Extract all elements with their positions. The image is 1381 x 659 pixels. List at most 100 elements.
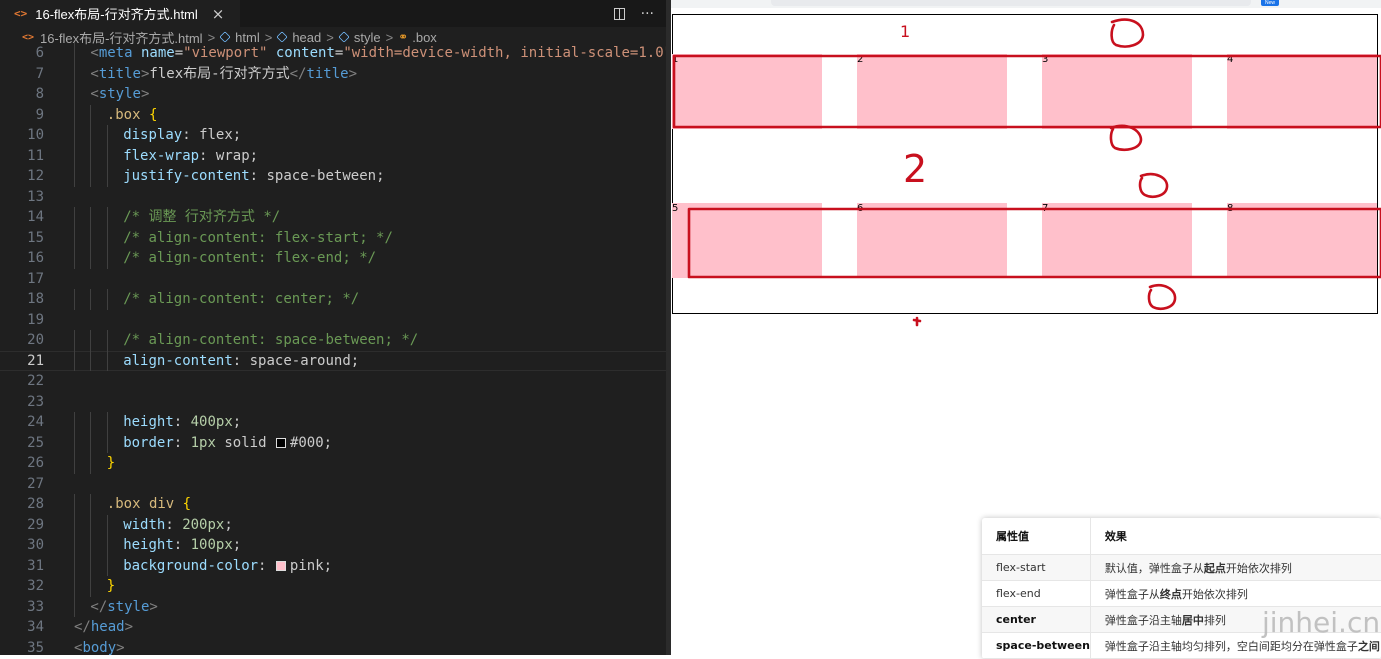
code-line[interactable]: 33 </style> bbox=[0, 596, 666, 617]
effect-text: 排列 bbox=[1203, 613, 1226, 627]
code-token: : bbox=[173, 414, 191, 430]
flex-box: 1 2 3 4 5 6 7 8 bbox=[672, 14, 1378, 314]
code-token: < bbox=[90, 86, 99, 102]
effect-text: 弹性盒子从 bbox=[1104, 587, 1160, 601]
code-line[interactable]: 34 </head> bbox=[0, 617, 666, 638]
code-line[interactable]: 7 <title>flex布局-行对齐方式</title> bbox=[0, 63, 666, 84]
indent-guide bbox=[90, 350, 92, 371]
code-line[interactable]: 17 bbox=[0, 269, 666, 290]
code-line[interactable]: 31 background-color: pink; bbox=[0, 555, 666, 576]
code-token: body bbox=[82, 639, 117, 656]
code-token: { bbox=[148, 106, 158, 123]
code-line[interactable]: 24 height: 400px; bbox=[0, 412, 666, 433]
indent-guide bbox=[74, 227, 75, 248]
indent-guide bbox=[90, 412, 92, 433]
code-token: > bbox=[149, 598, 158, 615]
code-line[interactable]: 20 /* align-content: space-between; */ bbox=[0, 330, 666, 351]
indent-guide bbox=[106, 330, 108, 351]
code-text: border: 1px solid #000; bbox=[123, 433, 332, 454]
code-text: width: 200px; bbox=[123, 515, 233, 536]
close-icon[interactable]: × bbox=[212, 5, 225, 23]
indent-guide bbox=[106, 535, 108, 556]
code-token: : bbox=[173, 434, 191, 451]
code-token: pink bbox=[289, 557, 324, 574]
line-number: 15 bbox=[27, 229, 44, 246]
code-line[interactable]: 28 .box div { bbox=[0, 494, 666, 515]
color-swatch-icon[interactable] bbox=[275, 437, 286, 448]
code-line[interactable]: 15 /* align-content: flex-start; */ bbox=[0, 227, 666, 249]
code-area[interactable]: 6 <meta name="viewport" content="width=de… bbox=[0, 43, 666, 655]
line-number: 26 bbox=[27, 455, 44, 471]
element-icon bbox=[276, 31, 288, 43]
code-line[interactable]: 6 <meta name="viewport" content="width=de… bbox=[0, 43, 666, 64]
indent-guide bbox=[90, 248, 92, 269]
code-token: : bbox=[258, 557, 275, 574]
code-line[interactable]: 16 /* align-content: flex-end; */ bbox=[0, 248, 666, 269]
line-number: 6 bbox=[35, 45, 44, 61]
split-editor-icon[interactable] bbox=[613, 7, 625, 20]
code-line[interactable]: 35 <body> bbox=[0, 638, 666, 656]
code-line[interactable]: 25 border: 1px solid #000; bbox=[0, 432, 666, 454]
effect-emphasis: 终点 bbox=[1159, 587, 1182, 601]
indent-guide bbox=[74, 494, 75, 515]
code-line[interactable]: 26} bbox=[0, 453, 666, 474]
indent-guide bbox=[74, 104, 75, 125]
code-token: .box div bbox=[106, 496, 175, 512]
indent-guide bbox=[90, 145, 92, 166]
line-number: 21 bbox=[27, 352, 44, 369]
address-bar[interactable] bbox=[771, 0, 1251, 6]
property-value-cell: center bbox=[982, 606, 1091, 633]
code-line[interactable]: 30 height: 100px; bbox=[0, 535, 666, 556]
item-number: 5 bbox=[672, 203, 679, 214]
code-line[interactable]: 22 bbox=[0, 371, 666, 392]
code-line[interactable]: 12 justify-content: space-between; bbox=[0, 166, 666, 187]
code-line[interactable]: 19 bbox=[0, 310, 666, 331]
code-line[interactable]: 27 bbox=[0, 474, 666, 495]
effect-emphasis: 之间 bbox=[1357, 639, 1380, 653]
code-text: /* align-content: flex-start; */ bbox=[123, 228, 393, 249]
code-text: <style> bbox=[90, 84, 149, 105]
code-line[interactable]: 11 flex-wrap: wrap; bbox=[0, 145, 666, 166]
item-number: 6 bbox=[857, 203, 864, 214]
indent-guide bbox=[74, 555, 75, 576]
code-line[interactable]: 9 .box { bbox=[0, 104, 666, 126]
indent-guide bbox=[74, 43, 75, 64]
code-line[interactable]: 10 display: flex; bbox=[0, 125, 666, 146]
effect-cell: 弹性盒子从终点开始依次排列 bbox=[1090, 580, 1381, 607]
code-text: .box { bbox=[107, 105, 158, 126]
code-token: ; bbox=[323, 557, 333, 574]
color-swatch-icon[interactable] bbox=[275, 560, 286, 571]
code-line[interactable]: 21 align-content: space-around; bbox=[0, 350, 666, 371]
flex-item: 7 bbox=[1042, 203, 1192, 278]
code-token: space-around bbox=[249, 352, 351, 369]
line-number: 31 bbox=[27, 557, 44, 574]
editor-tab[interactable]: <> 16-flex布局-行对齐方式.html × bbox=[0, 0, 240, 27]
code-token: ; bbox=[376, 168, 385, 184]
more-actions-icon[interactable]: ··· bbox=[641, 6, 654, 22]
code-token: /* align-content: flex-start; */ bbox=[123, 229, 393, 246]
code-editor[interactable]: <> 16-flex布局-行对齐方式.html × ··· <> 16-flex… bbox=[0, 0, 666, 655]
code-token: ; bbox=[224, 516, 233, 533]
flex-item: 1 bbox=[672, 54, 822, 129]
element-icon bbox=[219, 31, 231, 43]
code-text: /* align-content: space-between; */ bbox=[123, 330, 418, 351]
table-row: flex-start 默认值，弹性盒子从起点开始依次排列 bbox=[982, 554, 1381, 581]
code-text: } bbox=[107, 453, 115, 474]
indent-guide bbox=[90, 576, 92, 597]
code-token: .box bbox=[106, 106, 141, 123]
code-token: head bbox=[90, 619, 125, 635]
code-token: style bbox=[98, 86, 141, 102]
code-line[interactable]: 14 /* 调整 行对齐方式 */ bbox=[0, 207, 666, 228]
code-token: : bbox=[199, 147, 216, 164]
indent-guide bbox=[106, 248, 108, 269]
code-line[interactable]: 23 bbox=[0, 392, 666, 413]
code-line[interactable]: 18 /* align-content: center; */ bbox=[0, 289, 666, 310]
code-line[interactable]: 32} bbox=[0, 576, 666, 597]
code-line[interactable]: 13 bbox=[0, 187, 666, 208]
code-line[interactable]: 8 <style> bbox=[0, 84, 666, 105]
code-text: /* align-content: flex-end; */ bbox=[123, 248, 376, 269]
code-token: { bbox=[182, 496, 192, 512]
code-line[interactable]: 29 width: 200px; bbox=[0, 514, 666, 536]
line-number: 28 bbox=[27, 496, 44, 512]
